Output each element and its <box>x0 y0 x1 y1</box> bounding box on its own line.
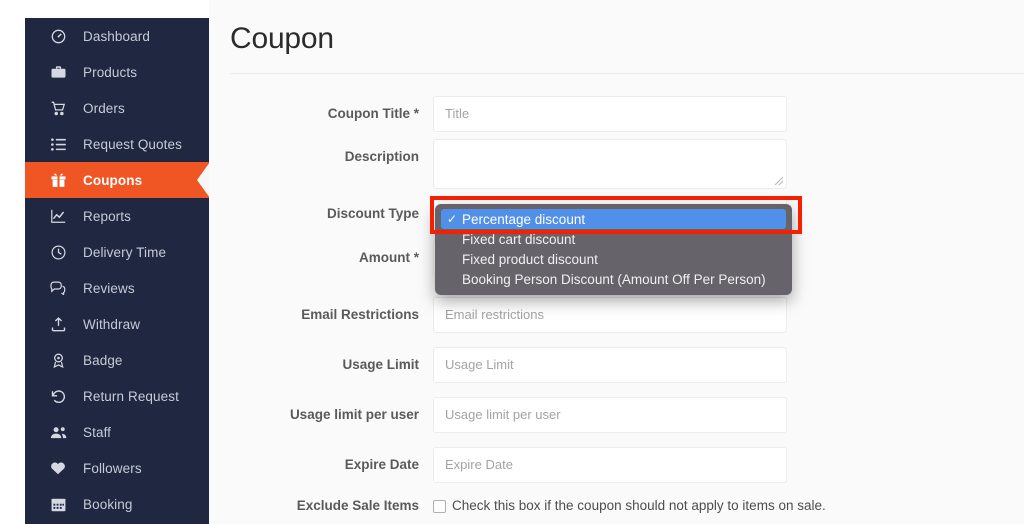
discount-type-label: Discount Type <box>326 206 419 221</box>
sidebar-item-products[interactable]: Products <box>25 54 209 90</box>
sidebar-item-label: Staff <box>83 424 112 440</box>
form-row-exclude-sale-items: Exclude Sale Items Check this box if the… <box>209 496 1024 516</box>
briefcase-icon <box>47 63 69 81</box>
sidebar-item-label: Followers <box>83 460 142 476</box>
discount-type-dropdown-menu[interactable]: ✓ Percentage discount Fixed cart discoun… <box>435 204 792 295</box>
dropdown-option-label: Booking Person Discount (Amount Off Per … <box>462 271 766 287</box>
sidebar-item-label: Return Request <box>83 388 179 404</box>
sidebar-item-label: Withdraw <box>83 316 141 332</box>
undo-arrow-icon <box>47 387 69 405</box>
dropdown-option-fixed-product-discount[interactable]: Fixed product discount <box>441 249 786 269</box>
sidebar-item-label: Badge <box>83 352 123 368</box>
sidebar-item-badge[interactable]: Badge <box>25 342 209 378</box>
sidebar-item-label: Reviews <box>83 280 135 296</box>
upload-icon <box>47 315 69 333</box>
usage-limit-per-user-input[interactable]: Usage limit per user <box>433 397 787 433</box>
exclude-sale-items-checkbox[interactable] <box>433 499 446 513</box>
dropdown-option-label: Percentage discount <box>462 211 586 227</box>
form-row-usage-limit-per-user: Usage limit per user Usage limit per use… <box>209 397 1024 433</box>
dropdown-option-label: Fixed cart discount <box>462 231 576 247</box>
sidebar-item-label: Booking <box>83 496 133 512</box>
sidebar-item-label: Reports <box>83 208 131 224</box>
coupon-title-input[interactable]: Title <box>433 96 787 132</box>
users-icon <box>47 423 69 441</box>
check-icon: ✓ <box>447 212 458 226</box>
form-row-description: Description <box>209 139 1024 189</box>
sidebar-item-booking[interactable]: Booking <box>25 486 209 522</box>
sidebar-item-dashboard[interactable]: Dashboard <box>25 18 209 54</box>
usage-limit-label: Usage Limit <box>342 357 419 372</box>
expire-date-label: Expire Date <box>344 457 419 472</box>
page-title: Coupon <box>230 22 334 55</box>
sidebar-navigation: Dashboard Products Orders Request Quotes… <box>25 18 209 524</box>
dropdown-option-percentage-discount[interactable]: ✓ Percentage discount <box>441 209 786 229</box>
sidebar-item-withdraw[interactable]: Withdraw <box>25 306 209 342</box>
usage-limit-input[interactable]: Usage Limit <box>433 347 787 383</box>
description-textarea[interactable] <box>433 139 787 189</box>
award-icon <box>47 351 69 369</box>
dropdown-option-fixed-cart-discount[interactable]: Fixed cart discount <box>441 229 786 249</box>
comments-icon <box>47 279 69 297</box>
sidebar-item-reviews[interactable]: Reviews <box>25 270 209 306</box>
exclude-sale-items-row: Check this box if the coupon should not … <box>433 496 1024 516</box>
sidebar-item-label: Delivery Time <box>83 244 167 260</box>
sidebar-item-staff[interactable]: Staff <box>25 414 209 450</box>
sidebar-item-followers[interactable]: Followers <box>25 450 209 486</box>
dropdown-option-label: Fixed product discount <box>462 251 598 267</box>
sidebar-item-label: Orders <box>83 100 125 116</box>
title-divider <box>230 73 1024 74</box>
sidebar-item-request-quotes[interactable]: Request Quotes <box>25 126 209 162</box>
sidebar-item-label: Request Quotes <box>83 136 182 152</box>
sidebar-item-coupons[interactable]: Coupons <box>25 162 209 198</box>
sidebar-item-reports[interactable]: Reports <box>25 198 209 234</box>
calendar-icon <box>47 495 69 513</box>
exclude-sale-items-description: Check this box if the coupon should not … <box>452 498 826 513</box>
shopping-cart-icon <box>47 99 69 117</box>
email-restrictions-label: Email Restrictions <box>301 307 419 322</box>
form-row-usage-limit: Usage Limit Usage Limit <box>209 347 1024 383</box>
exclude-sale-items-label: Exclude Sale Items <box>296 498 419 513</box>
sidebar-item-return-request[interactable]: Return Request <box>25 378 209 414</box>
sidebar-item-label: Products <box>83 64 138 80</box>
description-label: Description <box>344 149 419 164</box>
app-screenshot: Dashboard Products Orders Request Quotes… <box>0 0 1024 524</box>
gift-icon <box>47 171 69 189</box>
amount-label: Amount * <box>359 250 419 265</box>
sidebar-item-label: Dashboard <box>83 28 150 44</box>
list-icon <box>47 135 69 153</box>
sidebar-item-label: Coupons <box>83 172 143 188</box>
form-row-email-restrictions: Email Restrictions Email restrictions <box>209 297 1024 333</box>
coupon-title-label: Coupon Title * <box>327 106 419 121</box>
dropdown-option-booking-person-discount[interactable]: Booking Person Discount (Amount Off Per … <box>441 269 786 289</box>
speedometer-icon <box>47 27 69 45</box>
sidebar-item-delivery-time[interactable]: Delivery Time <box>25 234 209 270</box>
heart-icon <box>47 459 69 477</box>
sidebar-item-orders[interactable]: Orders <box>25 90 209 126</box>
form-row-expire-date: Expire Date Expire Date <box>209 447 1024 483</box>
line-chart-icon <box>47 207 69 225</box>
email-restrictions-input[interactable]: Email restrictions <box>433 297 787 333</box>
expire-date-input[interactable]: Expire Date <box>433 447 787 483</box>
form-row-coupon-title: Coupon Title * Title <box>209 96 1024 132</box>
usage-limit-per-user-label: Usage limit per user <box>289 407 419 422</box>
clock-icon <box>47 243 69 261</box>
